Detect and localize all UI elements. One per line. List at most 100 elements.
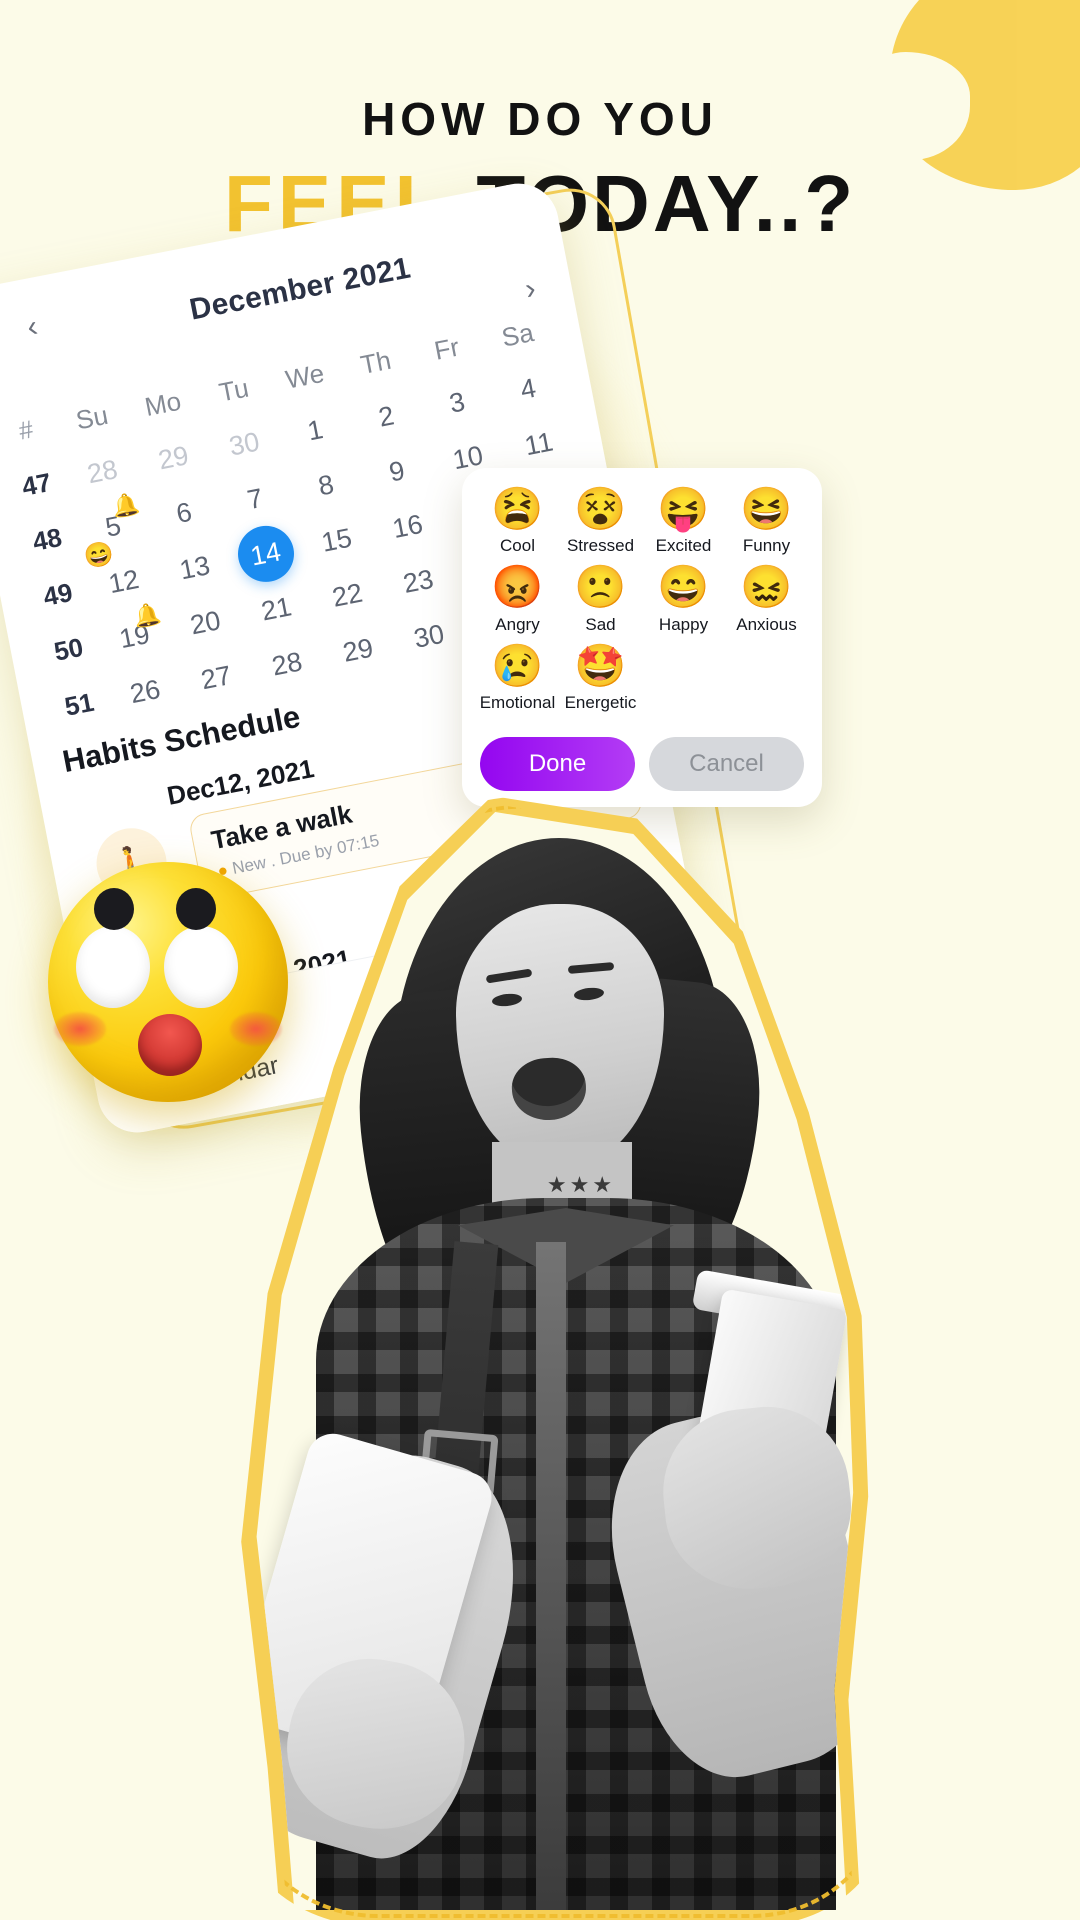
calendar-day-number: 1: [304, 413, 326, 446]
bell-icon: 🔔: [109, 489, 142, 520]
bell-icon: 🔔: [131, 599, 163, 630]
mood-label: Angry: [495, 614, 540, 634]
mood-grid[interactable]: 😫 Cool 😵 Stressed 😝 Excited 😆 Funny 😡 Angry 🙁 Sad 😄 H…: [476, 486, 808, 713]
calendar-day-number: 21: [258, 590, 294, 627]
calendar-day-cell[interactable]: 20: [167, 601, 244, 645]
calendar-day-cell[interactable]: 8: [288, 463, 365, 507]
mood-emoji-icon: 😆: [740, 485, 793, 532]
mood-option-angry[interactable]: 😡 Angry: [476, 564, 559, 634]
calendar-day-cell[interactable]: 9: [359, 449, 436, 493]
calendar-day-cell[interactable]: 2: [348, 394, 425, 438]
mood-label: Anxious: [736, 614, 797, 634]
calendar-day-cell[interactable]: 7: [217, 477, 294, 521]
mood-emoji-icon: 😖: [740, 563, 793, 611]
mood-option-cool[interactable]: 😫 Cool: [476, 486, 559, 556]
mood-option-sad[interactable]: 🙁 Sad: [559, 564, 642, 634]
day-header-we: We: [282, 357, 327, 395]
mood-option-excited[interactable]: 😝 Excited: [642, 486, 725, 556]
calendar-day-cell[interactable]: 1: [277, 408, 354, 452]
mood-picker-sheet[interactable]: 😫 Cool 😵 Stressed 😝 Excited 😆 Funny 😡 Angry 🙁 Sad 😄 H…: [462, 468, 822, 808]
day-header-sa: Sa: [499, 316, 537, 353]
calendar-day-number: 13: [177, 549, 213, 585]
calendar-day-cell[interactable]: 26: [107, 669, 184, 713]
calendar-day-number: 9: [386, 454, 408, 488]
mood-option-emotional[interactable]: 😢 Emotional: [476, 642, 559, 713]
calendar-day-cell[interactable]: 4: [490, 367, 567, 411]
calendar-day-number: 8: [315, 468, 337, 501]
calendar-day-cell[interactable]: 19 🔔: [96, 600, 173, 658]
mood-label: Cool: [500, 536, 535, 556]
emoji-pupil-left: [94, 888, 134, 930]
week-number: 48: [30, 521, 65, 557]
person-photo-cutout: ★★★: [228, 796, 888, 1920]
calendar-day-number: 16: [389, 508, 426, 544]
mood-label: Happy: [658, 614, 709, 634]
calendar-day-cell[interactable]: 27: [178, 656, 255, 700]
mood-picker-actions[interactable]: Done Cancel: [476, 737, 808, 792]
calendar-day-cell[interactable]: 28: [64, 450, 141, 494]
day-header-tu: Tu: [216, 372, 252, 408]
calendar-day-number: 15: [318, 522, 355, 558]
mood-label: Energetic: [564, 693, 637, 713]
emoji-mouth: [138, 1014, 202, 1076]
done-button[interactable]: Done: [480, 737, 635, 792]
calendar-day-number: 11: [522, 425, 556, 461]
mood-option-happy[interactable]: 😄 Happy: [642, 564, 725, 634]
calendar-day-number: 4: [517, 372, 539, 405]
calendar-day-number: 27: [198, 659, 234, 695]
week-number: 50: [51, 631, 86, 667]
mood-option-anxious[interactable]: 😖 Anxious: [725, 564, 808, 634]
mood-label: Funny: [742, 536, 791, 556]
calendar-day-number: 7: [244, 482, 266, 515]
calendar-day-cell[interactable]: 30: [391, 614, 468, 658]
calendar-day-number: 26: [127, 673, 163, 709]
week-column-header: #: [16, 414, 36, 446]
mood-option-stressed[interactable]: 😵 Stressed: [559, 486, 642, 556]
emoji-eye-right: [164, 926, 238, 1008]
calendar-day-cell[interactable]: 28: [249, 642, 326, 686]
day-header-fr: Fr: [431, 331, 462, 366]
calendar-day-cell[interactable]: 13: [156, 546, 233, 590]
calendar-day-number: 23: [400, 563, 436, 599]
calendar-day-number: 28: [269, 645, 305, 682]
calendar-day-number: 2: [375, 399, 397, 433]
mood-emoji-icon: 🤩: [574, 641, 627, 689]
calendar-day-cell[interactable]: 29: [320, 628, 397, 672]
mood-option-energetic[interactable]: 🤩 Energetic: [559, 641, 642, 713]
calendar-day-cell[interactable]: 23: [380, 559, 457, 603]
calendar-day-number: 30: [226, 425, 262, 462]
calendar-day-cell[interactable]: 11: [500, 422, 577, 466]
person-dashed-border: [248, 804, 861, 1918]
day-header-th: Th: [357, 344, 394, 380]
calendar-day-number: 3: [446, 386, 468, 419]
mood-label: Emotional: [479, 693, 556, 713]
mood-label: Excited: [655, 536, 712, 556]
emoji-pupil-right: [176, 888, 216, 930]
calendar-day-cell[interactable]: 3: [419, 381, 496, 425]
calendar-day-cell[interactable]: 5 🔔 😄: [75, 490, 152, 571]
calendar-day-cell[interactable]: 29: [135, 436, 212, 480]
calendar-day-cell[interactable]: 6: [146, 491, 223, 535]
mood-emoji-icon: 😄: [657, 563, 710, 611]
calendar-day-cell[interactable]: 21: [238, 587, 315, 631]
headline-line-1: HOW DO YOU: [362, 93, 718, 145]
calendar-day-cell[interactable]: 15: [298, 518, 375, 562]
week-number: 47: [19, 466, 54, 502]
calendar-day-number: 6: [173, 496, 195, 529]
mood-emoji-icon: 🙁: [574, 563, 627, 611]
calendar-day-cell[interactable]: 22: [309, 573, 386, 617]
mood-emoji-icon: 😡: [491, 563, 544, 611]
mood-option-funny[interactable]: 😆 Funny: [725, 486, 808, 556]
week-number: 49: [40, 576, 75, 612]
calendar-day-cell[interactable]: 16: [369, 504, 446, 548]
emoji-blush-left: [54, 1012, 106, 1046]
cancel-button[interactable]: Cancel: [649, 737, 804, 792]
calendar-day-number: 28: [84, 453, 120, 489]
week-number: 51: [62, 686, 97, 722]
calendar-day-number: 29: [155, 439, 191, 475]
day-header-su: Su: [73, 399, 111, 435]
calendar-day-cell[interactable]: 30: [206, 422, 283, 466]
calendar-day-number: 30: [411, 618, 447, 654]
mood-emoji-icon: 😄: [81, 538, 117, 571]
chevron-right-icon[interactable]: ›: [522, 272, 538, 306]
